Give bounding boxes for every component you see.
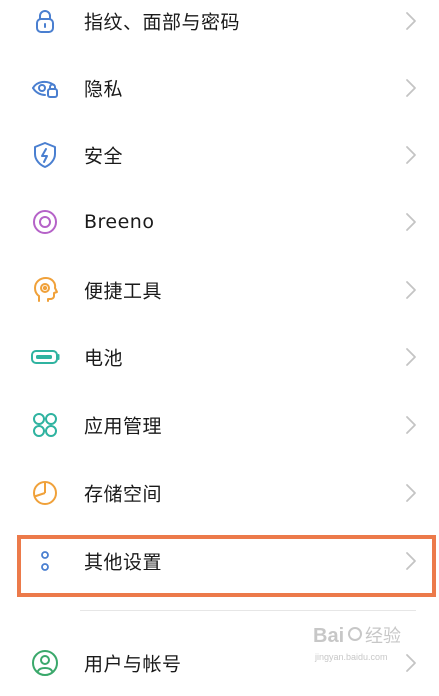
battery-icon	[30, 342, 60, 372]
chevron-right-icon	[405, 11, 417, 31]
settings-item-other-settings[interactable]: 其他设置	[0, 527, 439, 594]
settings-item-security[interactable]: 安全	[0, 121, 439, 188]
chevron-right-icon	[405, 212, 417, 232]
chevron-right-icon	[405, 415, 417, 435]
pie-chart-icon	[30, 478, 60, 508]
svg-text:经验: 经验	[365, 626, 401, 647]
settings-item-label: 安全	[84, 145, 124, 167]
privacy-eye-icon	[30, 73, 60, 103]
settings-item-convenience-tools[interactable]: 便捷工具	[0, 256, 439, 323]
chevron-right-icon	[405, 145, 417, 165]
settings-item-label: 电池	[84, 347, 124, 369]
shield-icon	[30, 140, 60, 170]
user-icon	[30, 648, 60, 678]
chevron-right-icon	[405, 280, 417, 300]
lock-icon	[30, 6, 60, 36]
svg-text:Bai: Bai	[313, 625, 344, 647]
breeno-icon	[30, 207, 60, 237]
apps-grid-icon	[30, 410, 60, 440]
chevron-right-icon	[405, 483, 417, 503]
more-dots-icon	[30, 546, 60, 576]
section-divider	[80, 610, 416, 611]
settings-list: 指纹、面部与密码 隐私 安全 Breeno 便捷工具 电池 应用管理 存储空间 …	[0, 0, 439, 676]
settings-item-privacy[interactable]: 隐私	[0, 54, 439, 121]
settings-item-label: 存储空间	[84, 483, 163, 505]
settings-item-label: 应用管理	[84, 415, 163, 437]
chevron-right-icon	[405, 551, 417, 571]
settings-item-label: Breeno	[84, 210, 155, 233]
svg-text:jingyan.baidu.com: jingyan.baidu.com	[314, 652, 388, 662]
settings-item-storage[interactable]: 存储空间	[0, 459, 439, 526]
settings-item-label: 便捷工具	[84, 280, 163, 302]
settings-item-breeno[interactable]: Breeno	[0, 188, 439, 255]
settings-item-label: 用户与帐号	[84, 653, 182, 675]
head-assistant-icon	[30, 275, 60, 305]
settings-item-battery[interactable]: 电池	[0, 323, 439, 390]
settings-item-label: 隐私	[84, 78, 124, 100]
settings-item-fingerprint-face-password[interactable]: 指纹、面部与密码	[0, 0, 439, 54]
chevron-right-icon	[405, 78, 417, 98]
settings-item-app-management[interactable]: 应用管理	[0, 391, 439, 458]
chevron-right-icon	[405, 347, 417, 367]
settings-item-label: 其他设置	[84, 551, 163, 573]
watermark-logo: Bai 经验 jingyan.baidu.com	[309, 616, 431, 666]
settings-item-label: 指纹、面部与密码	[84, 11, 241, 33]
